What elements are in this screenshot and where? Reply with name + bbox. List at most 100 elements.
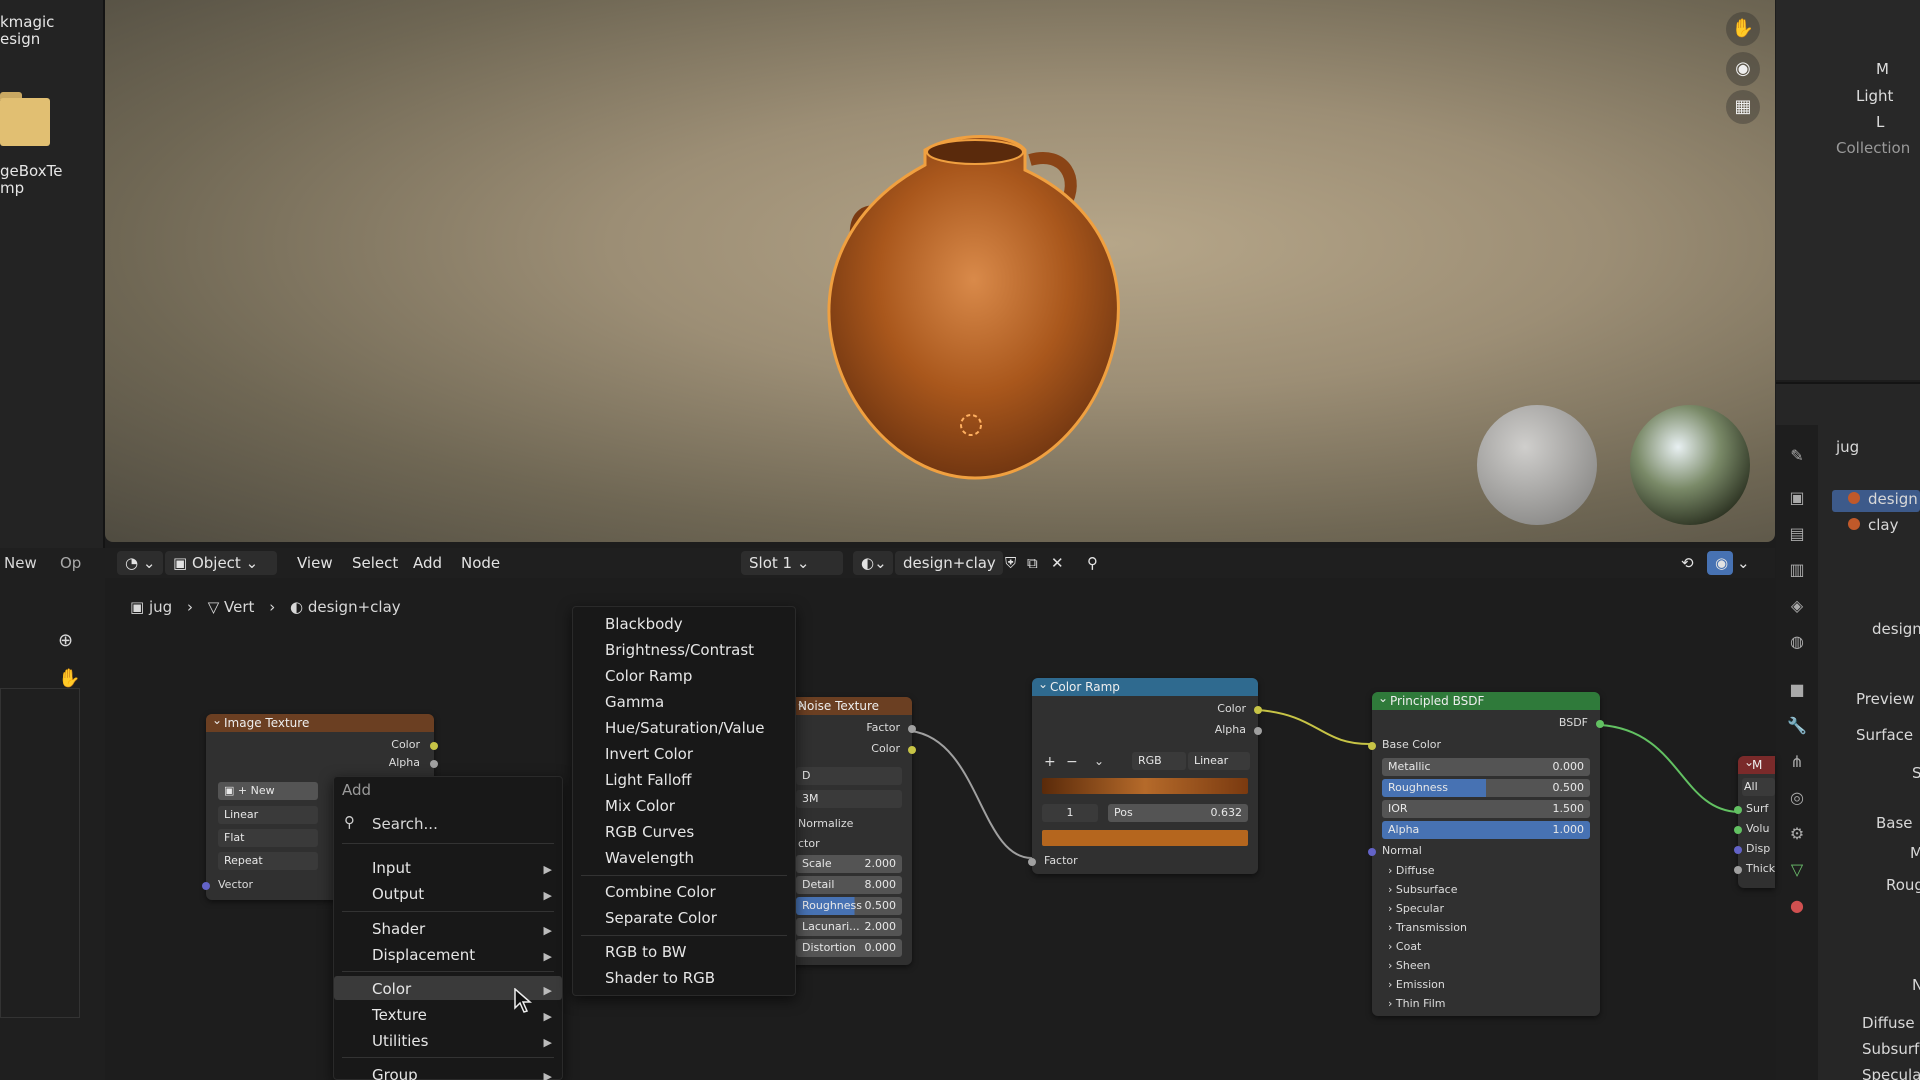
menu-item-brightness-contrast[interactable]: Brightness/Contrast (605, 641, 754, 659)
new-image-button[interactable]: ▣ + New (218, 782, 318, 800)
menu-title: Add (342, 781, 372, 799)
panel-subsurface[interactable]: › Subsurface (1388, 883, 1458, 896)
menu-divider (581, 935, 787, 936)
menu-item-gamma[interactable]: Gamma (605, 693, 664, 711)
menu-item-group[interactable]: Group (372, 1066, 418, 1080)
ramp-gradient[interactable] (1042, 778, 1248, 794)
normal-socket[interactable] (1368, 848, 1376, 856)
menu-item-color-ramp[interactable]: Color Ramp (605, 667, 692, 685)
projection-dropdown[interactable]: Flat (218, 829, 318, 847)
interpolation-dropdown[interactable]: Linear (218, 806, 318, 824)
submenu-arrow-icon: ▶ (543, 863, 552, 876)
mouse-cursor-icon (514, 988, 533, 1013)
node-title[interactable]: Color Ramp (1032, 675, 1258, 696)
menu-item-utilities[interactable]: Utilities (372, 1032, 428, 1050)
stop-color-swatch[interactable] (1042, 830, 1248, 846)
roughness-field[interactable]: Roughness 0.500 (796, 897, 902, 915)
roughness-field[interactable]: Roughness 0.500 (1382, 779, 1590, 797)
interpolation-dropdown[interactable]: Linear (1188, 752, 1250, 770)
dimension-dropdown[interactable]: D (796, 767, 902, 785)
thickness-socket[interactable] (1734, 866, 1742, 874)
node-links (910, 709, 1739, 860)
remove-stop-button[interactable]: − (1066, 754, 1078, 770)
menu-item-combine-color[interactable]: Combine Color (605, 883, 716, 901)
submenu-arrow-icon: ▶ (543, 984, 552, 997)
menu-item-light-falloff[interactable]: Light Falloff (605, 771, 692, 789)
ior-field[interactable]: IOR 1.500 (1382, 800, 1590, 818)
color-submenu: Blackbody Brightness/Contrast Color Ramp… (572, 606, 796, 996)
panel-thin-film[interactable]: › Thin Film (1388, 997, 1445, 1010)
input-label: Factor (1044, 854, 1078, 867)
color-socket[interactable] (1254, 706, 1262, 714)
menu-divider (342, 911, 554, 912)
panel-specular[interactable]: › Specular (1388, 902, 1444, 915)
menu-item-shader[interactable]: Shader (372, 920, 425, 938)
menu-item-shader-to-rgb[interactable]: Shader to RGB (605, 969, 715, 987)
menu-item-wavelength[interactable]: Wavelength (605, 849, 694, 867)
color-ramp-node[interactable]: Color Ramp Color Alpha + − ⌄ RGB Linear … (1028, 675, 1262, 874)
node-title[interactable]: Image Texture (206, 711, 434, 732)
distortion-field[interactable]: Distortion 0.000 (796, 939, 902, 957)
principled-bsdf-node[interactable]: Principled BSDF BSDF Base Color Metallic… (1368, 689, 1604, 1016)
noise-texture-node[interactable]: Noise Texture Factor Color D 3M Normaliz… (790, 694, 916, 965)
panel-diffuse[interactable]: › Diffuse (1388, 864, 1434, 877)
menu-item-displacement[interactable]: Displacement (372, 946, 475, 964)
ramp-options-icon[interactable]: ⌄ (1094, 754, 1104, 768)
menu-item-texture[interactable]: Texture (372, 1006, 427, 1024)
search-input[interactable]: Search... (372, 815, 438, 833)
lacunarity-field[interactable]: Lacunari... 2.000 (796, 918, 902, 936)
menu-item-separate-color[interactable]: Separate Color (605, 909, 717, 927)
panel-coat[interactable]: › Coat (1388, 940, 1421, 953)
submenu-arrow-icon: ▶ (543, 1010, 552, 1023)
menu-item-invert-color[interactable]: Invert Color (605, 745, 693, 763)
input-label: Normal (1382, 844, 1422, 857)
output-label: Color (1217, 702, 1246, 715)
bsdf-socket[interactable] (1596, 720, 1604, 728)
displacement-socket[interactable] (1734, 846, 1742, 854)
menu-item-input[interactable]: Input (372, 859, 411, 877)
metallic-field[interactable]: Metallic 0.000 (1382, 758, 1590, 776)
menu-item-color[interactable]: Color (372, 980, 411, 998)
node-title[interactable]: M (1738, 753, 1775, 774)
extension-dropdown[interactable]: Repeat (218, 852, 318, 870)
output-label: Alpha (1214, 723, 1246, 736)
submenu-arrow-icon: ▶ (543, 1070, 552, 1080)
alpha-socket[interactable] (1254, 727, 1262, 735)
factor-socket[interactable] (1028, 858, 1036, 866)
output-label: Color (391, 738, 420, 751)
menu-item-rgb-to-bw[interactable]: RGB to BW (605, 943, 687, 961)
scale-field[interactable]: Scale 2.000 (796, 855, 902, 873)
panel-sheen[interactable]: › Sheen (1388, 959, 1430, 972)
submenu-arrow-icon: ▶ (543, 889, 552, 902)
type-dropdown[interactable]: 3M (796, 790, 902, 808)
material-output-node[interactable]: M All Surf Volu Disp Thick (1734, 753, 1776, 888)
output-label: Factor (866, 721, 900, 734)
menu-item-output[interactable]: Output (372, 885, 424, 903)
panel-transmission[interactable]: › Transmission (1388, 921, 1467, 934)
pos-field[interactable]: Pos 0.632 (1108, 804, 1248, 822)
alpha-field[interactable]: Alpha 1.000 (1382, 821, 1590, 839)
vector-socket[interactable] (202, 882, 210, 890)
menu-item-mix-color[interactable]: Mix Color (605, 797, 675, 815)
color-socket[interactable] (908, 746, 916, 754)
menu-item-blackbody[interactable]: Blackbody (605, 615, 683, 633)
surface-socket[interactable] (1734, 806, 1742, 814)
menu-item-hue-saturation[interactable]: Hue/Saturation/Value (605, 719, 765, 737)
add-stop-button[interactable]: + (1044, 754, 1056, 770)
stop-index-field[interactable]: 1 (1042, 804, 1098, 822)
target-dropdown[interactable]: All (1742, 778, 1775, 796)
volume-socket[interactable] (1734, 826, 1742, 834)
node-title[interactable]: Principled BSDF (1372, 689, 1600, 710)
node-title[interactable]: Noise Texture (790, 694, 912, 715)
base-color-socket[interactable] (1368, 742, 1376, 750)
menu-item-rgb-curves[interactable]: RGB Curves (605, 823, 694, 841)
normalize-checkbox[interactable]: Normalize (798, 817, 853, 830)
factor-socket[interactable] (908, 725, 916, 733)
panel-emission[interactable]: › Emission (1388, 978, 1445, 991)
detail-field[interactable]: Detail 8.000 (796, 876, 902, 894)
alpha-socket[interactable] (430, 760, 438, 768)
input-label: Thick (1746, 862, 1776, 875)
color-mode-dropdown[interactable]: RGB (1132, 752, 1186, 770)
color-socket[interactable] (430, 742, 438, 750)
menu-divider (342, 971, 554, 972)
